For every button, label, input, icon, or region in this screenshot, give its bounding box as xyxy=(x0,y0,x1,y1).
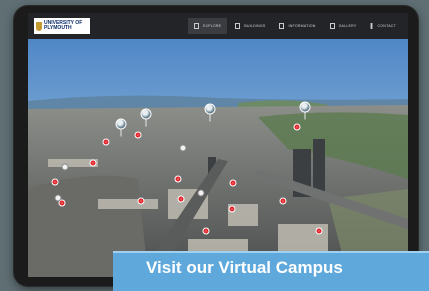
logo-line-2: PLYMOUTH xyxy=(44,25,72,31)
map-pin-icon xyxy=(193,23,199,29)
panorama-pin[interactable] xyxy=(140,108,152,127)
info-icon xyxy=(279,23,285,29)
building-icon xyxy=(235,23,241,29)
location-hotspot[interactable] xyxy=(137,197,145,205)
nav-item-label: CONTACT xyxy=(377,24,396,28)
nav-item-information[interactable]: INFORMATION xyxy=(273,18,321,34)
panorama-pin[interactable] xyxy=(204,103,216,122)
location-hotspot[interactable] xyxy=(174,175,182,183)
main-nav: EXPLORE BUILDINGS INFORMATION GALLERY CO… xyxy=(186,13,402,39)
visit-virtual-campus-button[interactable]: Visit our Virtual Campus xyxy=(113,251,429,291)
location-hotspot[interactable] xyxy=(89,159,97,167)
location-hotspot[interactable] xyxy=(177,195,185,203)
nav-item-label: EXPLORE xyxy=(202,24,222,28)
location-hotspot[interactable] xyxy=(229,179,237,187)
nav-item-label: BUILDINGS xyxy=(244,24,266,28)
panorama-pin[interactable] xyxy=(115,118,127,137)
location-hotspot[interactable] xyxy=(293,123,301,131)
top-navigation-bar: UNIVERSITY OF PLYMOUTH EXPLORE BUILDINGS… xyxy=(28,13,408,39)
location-hotspot[interactable] xyxy=(228,205,236,213)
virtual-tour-viewport[interactable]: UNIVERSITY OF PLYMOUTH EXPLORE BUILDINGS… xyxy=(28,13,408,277)
nav-item-buildings[interactable]: BUILDINGS xyxy=(229,18,271,34)
location-hotspot[interactable] xyxy=(102,138,110,146)
university-logo[interactable]: UNIVERSITY OF PLYMOUTH xyxy=(34,18,90,34)
nav-item-gallery[interactable]: GALLERY xyxy=(324,18,363,34)
gallery-icon xyxy=(329,23,335,29)
info-hotspot[interactable] xyxy=(54,194,62,202)
location-hotspot[interactable] xyxy=(315,227,323,235)
location-hotspot[interactable] xyxy=(202,227,210,235)
more-icon xyxy=(370,23,374,29)
panorama-pin[interactable] xyxy=(299,101,311,120)
info-hotspot[interactable] xyxy=(179,144,187,152)
crest-icon xyxy=(36,21,42,31)
nav-item-contact[interactable]: CONTACT xyxy=(364,18,402,34)
location-hotspot[interactable] xyxy=(51,178,59,186)
nav-item-label: INFORMATION xyxy=(288,24,316,28)
info-hotspot[interactable] xyxy=(197,189,205,197)
nav-item-explore[interactable]: EXPLORE xyxy=(187,18,228,34)
location-hotspot[interactable] xyxy=(279,197,287,205)
cta-label: Visit our Virtual Campus xyxy=(146,258,343,277)
nav-item-label: GALLERY xyxy=(338,24,357,28)
location-hotspot[interactable] xyxy=(134,131,142,139)
aerial-panorama xyxy=(28,39,408,277)
info-hotspot[interactable] xyxy=(61,163,69,171)
